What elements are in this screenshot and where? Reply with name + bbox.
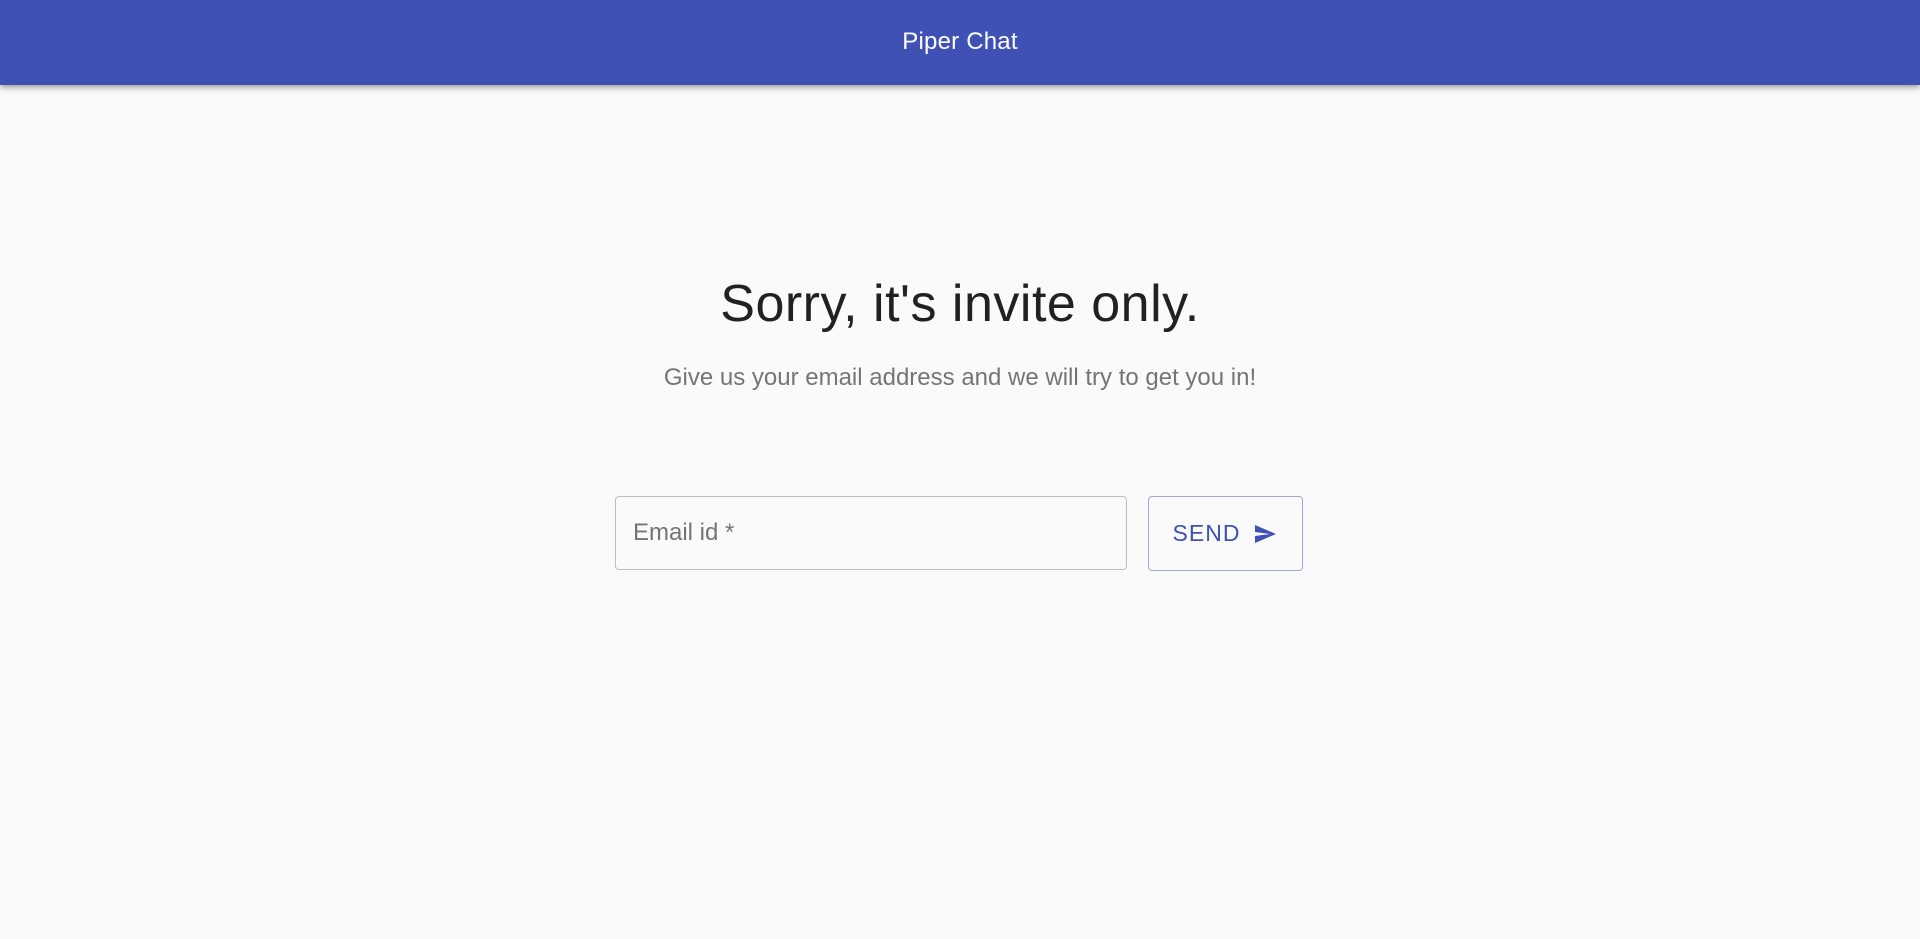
- email-field[interactable]: [615, 496, 1127, 570]
- email-input[interactable]: [616, 497, 1126, 569]
- page-subtitle: Give us your email address and we will t…: [663, 364, 1257, 391]
- app-bar: Piper Chat: [0, 0, 1920, 85]
- send-button[interactable]: SEND: [1148, 496, 1303, 571]
- send-icon: [1252, 522, 1278, 546]
- page-headline: Sorry, it's invite only.: [720, 275, 1200, 333]
- send-button-label: SEND: [1172, 520, 1241, 546]
- app-title: Piper Chat: [902, 27, 1018, 55]
